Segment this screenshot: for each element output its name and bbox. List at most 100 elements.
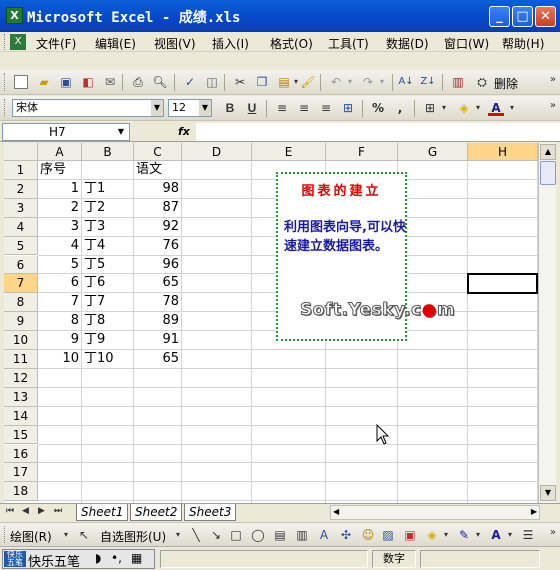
cell-c8[interactable]: 78 [136,293,179,311]
menu-data[interactable]: 数据(D) [386,35,429,52]
chevron-down-icon[interactable]: ▾ [470,527,486,543]
clipart-icon[interactable]: ☺ [360,527,376,543]
autoshapes-button[interactable]: 自选图形(U) [100,528,166,545]
font-name-select[interactable]: 宋体 ▼ [12,99,164,117]
name-box[interactable]: H7 ▼ [2,123,130,141]
row-header-12[interactable]: 12 [4,368,38,388]
toolbar-options-icon[interactable]: » [550,74,556,85]
menu-edit[interactable]: 编辑(E) [95,35,136,52]
row-header-15[interactable]: 15 [4,425,38,445]
scroll-thumb[interactable] [540,161,556,185]
align-right-icon[interactable]: ≡ [318,100,334,116]
cell-b3[interactable]: 丁2 [84,199,131,217]
cell-c2[interactable]: 98 [136,180,179,198]
cell-b9[interactable]: 丁8 [84,312,131,330]
spelling-icon[interactable]: ✓ [182,74,198,90]
cell-b8[interactable]: 丁7 [84,293,131,311]
cell-a7[interactable]: 6 [40,274,79,292]
picture-from-file-icon[interactable]: ▣ [402,527,418,543]
cell-c6[interactable]: 96 [136,256,179,274]
sort-descending-icon[interactable]: Z↓ [420,74,436,90]
diagram-icon[interactable]: ✣ [338,527,354,543]
soft-keyboard-icon[interactable]: ▦ [131,551,142,565]
tab-sheet1[interactable]: Sheet1 [76,504,129,521]
delete-icon[interactable]: ⛭ [474,74,490,90]
cell-a4[interactable]: 3 [40,218,79,236]
toolbar-grip[interactable] [4,99,7,117]
format-painter-icon[interactable]: 🖌︎ [300,74,316,90]
active-cell-h7[interactable] [467,273,538,295]
cell-c4[interactable]: 92 [136,218,179,236]
row-header-10[interactable]: 10 [4,331,38,350]
scroll-left-icon[interactable]: ◀ [333,507,339,516]
cell-a3[interactable]: 2 [40,199,79,217]
cell-c5[interactable]: 76 [136,237,179,255]
column-header-e[interactable]: E [252,143,326,161]
column-header-b[interactable]: B [82,143,134,161]
cell-c7[interactable]: 65 [136,274,179,292]
menu-insert[interactable]: 插入(I) [212,35,249,52]
redo-dropdown-icon[interactable]: ▾ [374,74,390,90]
cell-a1[interactable]: 序号 [40,161,79,179]
cut-icon[interactable]: ✂ [232,74,248,90]
formula-input[interactable] [196,123,560,141]
next-sheet-icon[interactable]: ▶ [38,506,45,516]
cell-b2[interactable]: 丁1 [84,180,131,198]
chevron-down-icon[interactable]: ▼ [151,100,163,116]
cell-a6[interactable]: 5 [40,256,79,274]
worksheet-grid[interactable]: A B C D E F G H 1 2 3 4 5 6 7 8 9 10 11 12 13 14 15 16 17 18 序号 语文 1… [4,143,538,503]
menu-format[interactable]: 格式(O) [270,35,313,52]
row-header-1[interactable]: 1 [4,161,38,180]
cell-b7[interactable]: 丁6 [84,274,131,292]
row-header-7[interactable]: 7 [4,274,38,294]
row-header-9[interactable]: 9 [4,312,38,332]
print-preview-icon[interactable]: 🔍︎ [152,74,168,90]
column-header-h[interactable]: H [468,143,538,161]
row-header-17[interactable]: 17 [4,463,38,483]
column-header-a[interactable]: A [38,143,82,161]
row-header-16[interactable]: 16 [4,444,38,464]
cell-b10[interactable]: 丁9 [84,331,131,349]
toolbar-options-icon[interactable]: » [550,527,556,538]
rectangle-icon[interactable]: □ [228,527,244,543]
workbook-icon[interactable]: X [10,34,26,50]
vertical-textbox-icon[interactable]: ▥ [294,527,310,543]
oval-icon[interactable]: ◯ [250,527,266,543]
research-icon[interactable]: ◫ [204,74,220,90]
bold-button[interactable]: B [222,100,238,116]
vertical-scrollbar[interactable]: ▲ ▼ [538,143,556,503]
row-header-3[interactable]: 3 [4,198,38,218]
cell-c1[interactable]: 语文 [136,161,179,179]
column-header-d[interactable]: D [182,143,252,161]
column-header-c[interactable]: C [134,143,182,161]
row-header-18[interactable]: 18 [4,482,38,502]
row-header-6[interactable]: 6 [4,255,38,275]
cell-a5[interactable]: 4 [40,237,79,255]
tab-sheet2[interactable]: Sheet2 [130,504,183,521]
align-left-icon[interactable]: ≡ [274,100,290,116]
save-icon[interactable]: ▣ [58,74,74,90]
chevron-down-icon[interactable]: ▾ [170,527,186,543]
menu-file[interactable]: 文件(F) [36,35,76,52]
line-style-icon[interactable]: ☰ [520,527,536,543]
chevron-down-icon[interactable]: ▼ [199,100,211,116]
cell-b6[interactable]: 丁5 [84,256,131,274]
ime-toolbar[interactable]: 快乐 五笔 快乐五笔 ◗ •, ▦ [2,549,155,570]
menu-window[interactable]: 窗口(W) [444,35,489,52]
row-header-13[interactable]: 13 [4,387,38,407]
borders-dropdown-icon[interactable]: ▾ [436,100,452,116]
toolbar-grip[interactable] [4,526,7,543]
permission-icon[interactable]: ◧ [80,74,96,90]
punctuation-icon[interactable]: •, [111,551,122,565]
row-header-8[interactable]: 8 [4,293,38,313]
cell-a11[interactable]: 10 [40,350,79,368]
half-width-icon[interactable]: ◗ [95,551,101,565]
menu-view[interactable]: 视图(V) [154,35,196,52]
row-header-4[interactable]: 4 [4,217,38,237]
column-header-g[interactable]: G [398,143,468,161]
cell-c10[interactable]: 91 [136,331,179,349]
toolbar-options-icon[interactable]: » [550,100,556,111]
chart-wizard-icon[interactable]: ▥ [450,74,466,90]
cell-a10[interactable]: 9 [40,331,79,349]
scroll-up-icon[interactable]: ▲ [540,144,556,160]
